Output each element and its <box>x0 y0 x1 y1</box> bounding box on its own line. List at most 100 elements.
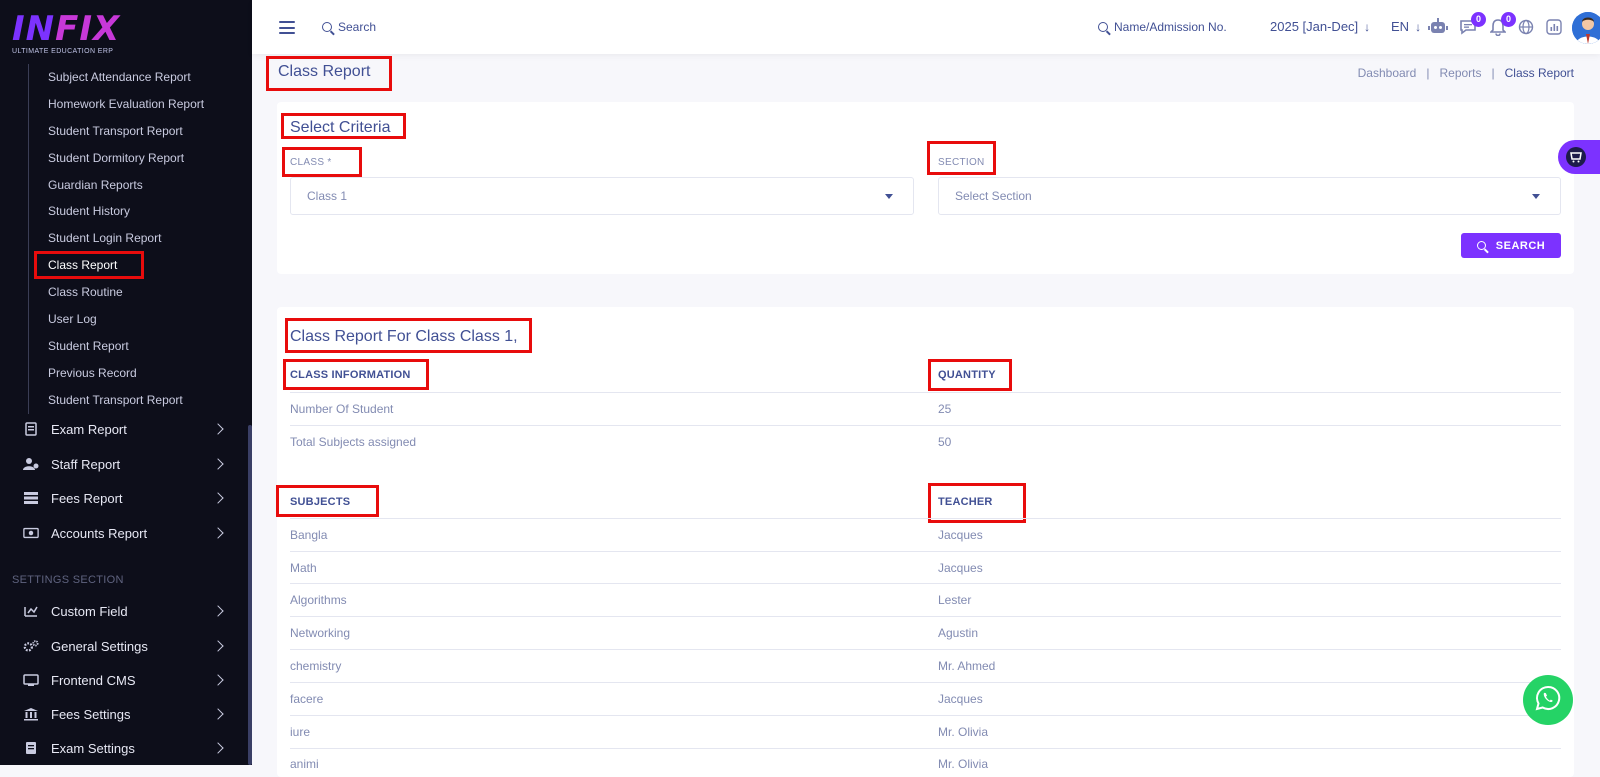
sidebar-item-label: Frontend CMS <box>51 672 136 688</box>
sidebar-item-previous-record[interactable]: Previous Record <box>29 360 246 387</box>
divider <box>290 518 1561 519</box>
global-search[interactable]: Search <box>322 20 376 34</box>
admission-search-label: Name/Admission No. <box>1114 20 1227 34</box>
chat-badge: 0 <box>1471 12 1486 27</box>
sidebar-item-guardian-reports[interactable]: Guardian Reports <box>29 172 246 199</box>
student-reports-submenu: Subject Attendance Report Homework Evalu… <box>28 64 246 414</box>
sidebar-item-staff-report[interactable]: Staff Report <box>0 449 246 479</box>
teacher-cell: Mr. Olivia <box>938 725 989 739</box>
teacher-cell: Jacques <box>938 561 983 575</box>
teacher-cell: Jacques <box>938 528 983 542</box>
divider <box>290 682 1561 683</box>
sidebar-scrollbar[interactable] <box>248 425 252 765</box>
sidebar-item-accounts-report[interactable]: Accounts Report <box>0 518 246 548</box>
breadcrumb: Dashboard | Reports | Class Report <box>1358 66 1574 80</box>
info-value: 25 <box>938 402 952 416</box>
breadcrumb-separator: | <box>1491 66 1495 80</box>
sidebar-item-student-report[interactable]: Student Report <box>29 333 246 360</box>
academic-year-value: 2025 [Jan-Dec] <box>1270 19 1359 34</box>
subject-cell: Networking <box>290 626 351 640</box>
sidebar-item-class-routine[interactable]: Class Routine <box>29 279 246 306</box>
divider <box>290 715 1561 716</box>
search-icon <box>1098 22 1108 32</box>
search-button[interactable]: SEARCH <box>1461 233 1561 258</box>
chevron-right-icon <box>212 640 224 652</box>
section-select[interactable]: Select Section <box>938 177 1561 215</box>
logo[interactable]: INFIX ULTIMATE EDUCATION ERP <box>12 12 120 58</box>
sidebar: INFIX ULTIMATE EDUCATION ERP Subject Att… <box>0 0 252 765</box>
avatar[interactable] <box>1572 12 1600 44</box>
subject-cell: chemistry <box>290 659 342 673</box>
sidebar-item-student-dormitory-report[interactable]: Student Dormitory Report <box>29 145 246 172</box>
academic-year-selector[interactable]: 2025 [Jan-Dec] ↓ <box>1270 19 1370 34</box>
sidebar-item-exam-settings[interactable]: Exam Settings <box>0 733 246 763</box>
chevron-right-icon <box>212 423 224 435</box>
sidebar-item-label: Exam Report <box>51 421 127 437</box>
search-button-label: SEARCH <box>1495 239 1546 252</box>
section-label: SECTION <box>938 157 985 168</box>
top-bar: Search Name/Admission No. 2025 [Jan-Dec]… <box>252 0 1600 54</box>
language-selector[interactable]: EN ↓ <box>1391 19 1421 34</box>
teacher-cell: Mr. Olivia <box>938 757 989 771</box>
sidebar-item-general-settings[interactable]: General Settings <box>0 631 246 661</box>
sidebar-item-exam-report[interactable]: Exam Report <box>0 414 246 444</box>
divider <box>290 551 1561 552</box>
sidebar-item-fees-settings[interactable]: Fees Settings <box>0 699 246 729</box>
language-value: EN <box>1391 19 1410 34</box>
robot-icon[interactable] <box>1428 17 1448 37</box>
caret-down-icon <box>1532 194 1540 199</box>
info-value: 50 <box>938 435 952 449</box>
accounts-icon <box>23 526 39 540</box>
sidebar-item-label: General Settings <box>51 638 148 654</box>
divider <box>290 616 1561 617</box>
caret-down-icon <box>885 194 893 199</box>
custom-field-icon <box>23 604 39 618</box>
chevron-right-icon <box>212 492 224 504</box>
breadcrumb-dashboard[interactable]: Dashboard <box>1358 66 1417 80</box>
search-icon <box>1476 241 1486 250</box>
breadcrumb-reports[interactable]: Reports <box>1439 66 1481 80</box>
divider <box>290 649 1561 650</box>
page-title: Class Report <box>278 63 371 80</box>
teacher-cell: Agustin <box>938 626 979 640</box>
admission-search[interactable]: Name/Admission No. <box>1098 20 1227 34</box>
teacher-header: TEACHER <box>938 496 993 508</box>
teacher-cell: Lester <box>938 593 972 607</box>
breadcrumb-separator: | <box>1426 66 1430 80</box>
class-select-value: Class 1 <box>307 189 348 203</box>
whatsapp-button[interactable] <box>1523 675 1573 725</box>
sidebar-item-custom-field[interactable]: Custom Field <box>0 596 246 626</box>
logo-text-b: FIX <box>55 9 121 49</box>
class-select[interactable]: Class 1 <box>290 177 914 215</box>
cms-icon <box>23 673 39 687</box>
sidebar-item-subject-attendance-report[interactable]: Subject Attendance Report <box>29 64 246 91</box>
class-label: CLASS * <box>290 157 332 168</box>
sidebar-item-user-log[interactable]: User Log <box>29 306 246 333</box>
subject-cell: animi <box>290 757 319 771</box>
sidebar-item-student-transport-report-2[interactable]: Student Transport Report <box>29 387 246 414</box>
subject-cell: Bangla <box>290 528 328 542</box>
whatsapp-icon <box>1535 685 1561 716</box>
chevron-right-icon <box>212 708 224 720</box>
globe-icon[interactable] <box>1516 17 1536 37</box>
menu-toggle-icon[interactable] <box>279 21 295 34</box>
criteria-title: Select Criteria <box>290 119 391 136</box>
report-card <box>277 307 1574 777</box>
report-title: Class Report For Class Class 1, <box>290 328 518 345</box>
teacher-cell: Jacques <box>938 692 983 706</box>
sidebar-item-homework-evaluation-report[interactable]: Homework Evaluation Report <box>29 91 246 118</box>
chat-icon[interactable]: 0 <box>1458 12 1486 37</box>
cart-float-button[interactable] <box>1558 140 1600 174</box>
analytics-icon[interactable] <box>1544 17 1564 37</box>
arrow-down-icon: ↓ <box>1364 20 1371 34</box>
divider <box>290 748 1561 749</box>
sidebar-item-frontend-cms[interactable]: Frontend CMS <box>0 665 246 695</box>
logo-tagline: ULTIMATE EDUCATION ERP <box>12 48 114 55</box>
arrow-down-icon: ↓ <box>1415 20 1422 34</box>
subject-cell: Math <box>290 561 317 575</box>
bell-icon[interactable]: 0 <box>1488 12 1516 37</box>
sidebar-item-fees-report[interactable]: Fees Report <box>0 483 246 513</box>
sidebar-item-student-login-report[interactable]: Student Login Report <box>29 225 246 252</box>
sidebar-item-student-transport-report[interactable]: Student Transport Report <box>29 118 246 145</box>
sidebar-item-student-history[interactable]: Student History <box>29 198 246 225</box>
